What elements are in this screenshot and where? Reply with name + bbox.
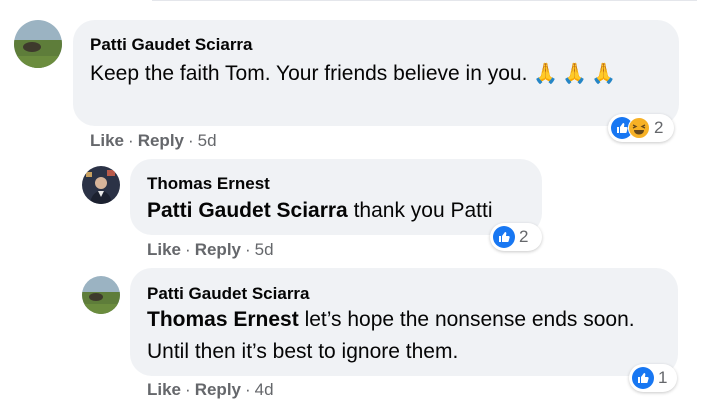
- separator: ·: [185, 380, 191, 399]
- comment-bubble: Patti Gaudet Sciarra Thomas Ernest let’s…: [130, 268, 678, 376]
- comment-text: Patti Gaudet Sciarra thank you Patti: [147, 195, 493, 227]
- comment-text: Keep the faith Tom. Your friends believe…: [90, 58, 650, 90]
- like-icon: [632, 367, 654, 389]
- timestamp[interactable]: 5d: [198, 131, 217, 150]
- reaction-summary[interactable]: 2: [608, 114, 674, 142]
- separator: ·: [185, 240, 191, 259]
- reaction-count: 2: [519, 227, 529, 246]
- separator: ·: [188, 131, 194, 150]
- haha-icon: [628, 117, 650, 139]
- mention-link[interactable]: Patti Gaudet Sciarra: [147, 199, 348, 222]
- reaction-count: 1: [658, 368, 668, 387]
- separator: ·: [245, 240, 251, 259]
- reaction-count: 2: [654, 118, 664, 137]
- top-divider: [152, 0, 697, 1]
- comment-author[interactable]: Thomas Ernest: [147, 174, 270, 194]
- comment-body: Keep the faith Tom. Your friends believe…: [90, 62, 528, 85]
- reaction-summary[interactable]: 1: [629, 364, 677, 392]
- reply-link[interactable]: Reply: [138, 131, 184, 150]
- reply-link[interactable]: Reply: [195, 380, 241, 399]
- avatar-thomas[interactable]: [82, 166, 120, 204]
- avatar-patti[interactable]: [14, 20, 62, 68]
- like-link[interactable]: Like: [90, 131, 124, 150]
- comment-actions: Like · Reply · 5d: [147, 240, 274, 260]
- praying-hands-emoji: 🙏🙏🙏: [533, 63, 620, 85]
- comment-text: Thomas Ernest let’s hope the nonsense en…: [147, 304, 647, 368]
- comment-body: thank you Patti: [353, 199, 493, 222]
- comment-author[interactable]: Patti Gaudet Sciarra: [90, 35, 253, 55]
- mention-link[interactable]: Thomas Ernest: [147, 308, 299, 331]
- like-icon: [493, 226, 515, 248]
- avatar-photo-icon: [14, 20, 62, 68]
- reaction-summary[interactable]: 2: [490, 223, 542, 251]
- comment-actions: Like · Reply · 4d: [147, 380, 274, 400]
- comment-actions: Like · Reply · 5d: [90, 131, 217, 151]
- avatar-patti[interactable]: [82, 276, 120, 314]
- timestamp[interactable]: 5d: [255, 240, 274, 259]
- comment-bubble: Patti Gaudet Sciarra Keep the faith Tom.…: [73, 20, 679, 126]
- avatar-photo-icon: [82, 276, 120, 314]
- separator: ·: [128, 131, 134, 150]
- comment-bubble: Thomas Ernest Patti Gaudet Sciarra thank…: [130, 159, 542, 235]
- reply-link[interactable]: Reply: [195, 240, 241, 259]
- timestamp[interactable]: 4d: [255, 380, 274, 399]
- comment-author[interactable]: Patti Gaudet Sciarra: [147, 284, 310, 304]
- like-link[interactable]: Like: [147, 240, 181, 259]
- like-link[interactable]: Like: [147, 380, 181, 399]
- separator: ·: [245, 380, 251, 399]
- avatar-photo-icon: [82, 166, 120, 204]
